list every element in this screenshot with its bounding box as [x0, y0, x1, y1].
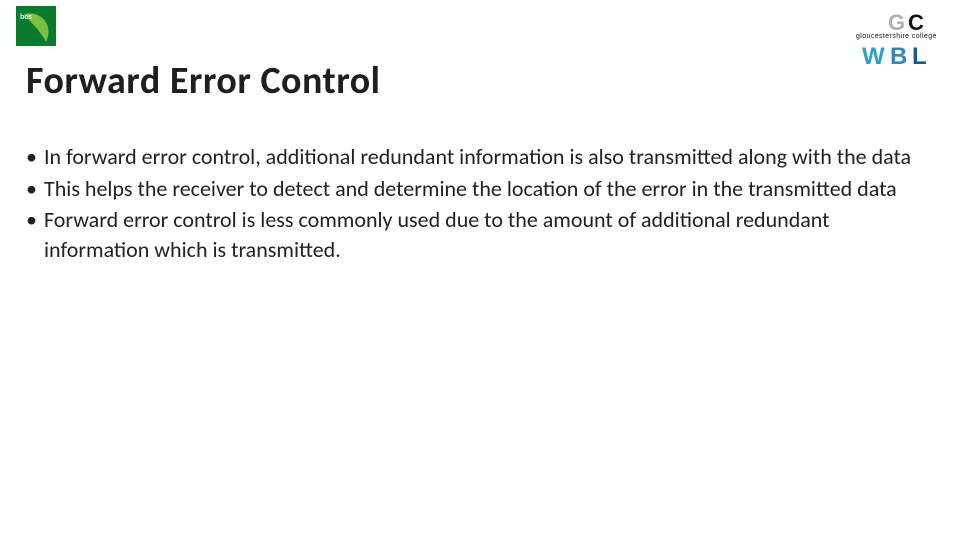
bcs-logo-icon: bcs [16, 6, 56, 46]
bullet-text: In forward error control, additional red… [44, 143, 911, 170]
bullet-text: Forward error control is less commonly u… [44, 206, 830, 263]
svg-text:B: B [890, 43, 907, 70]
bullet-item: Forward error control is less commonly u… [26, 205, 934, 264]
gc-logo-icon: G C gloucestershire college [834, 10, 944, 40]
svg-text:L: L [912, 43, 927, 70]
bullet-item: This helps the receiver to detect and de… [26, 174, 934, 204]
slide-body: In forward error control, additional red… [26, 142, 934, 267]
bcs-logo-text: bcs [20, 14, 32, 21]
svg-text:G: G [888, 10, 905, 35]
wbl-logo-icon: W B L [834, 42, 944, 72]
svg-text:C: C [908, 10, 924, 35]
bullet-text: This helps the receiver to detect and de… [44, 175, 897, 202]
logo-bar: bcs G C gloucestershire college W B L [16, 6, 944, 66]
slide: bcs G C gloucestershire college W B L Fo… [0, 0, 960, 540]
slide-title: Forward Error Control [26, 58, 381, 104]
gc-logo-text: gloucestershire college [856, 33, 937, 40]
svg-text:W: W [862, 43, 885, 70]
bullet-item: In forward error control, additional red… [26, 142, 934, 172]
